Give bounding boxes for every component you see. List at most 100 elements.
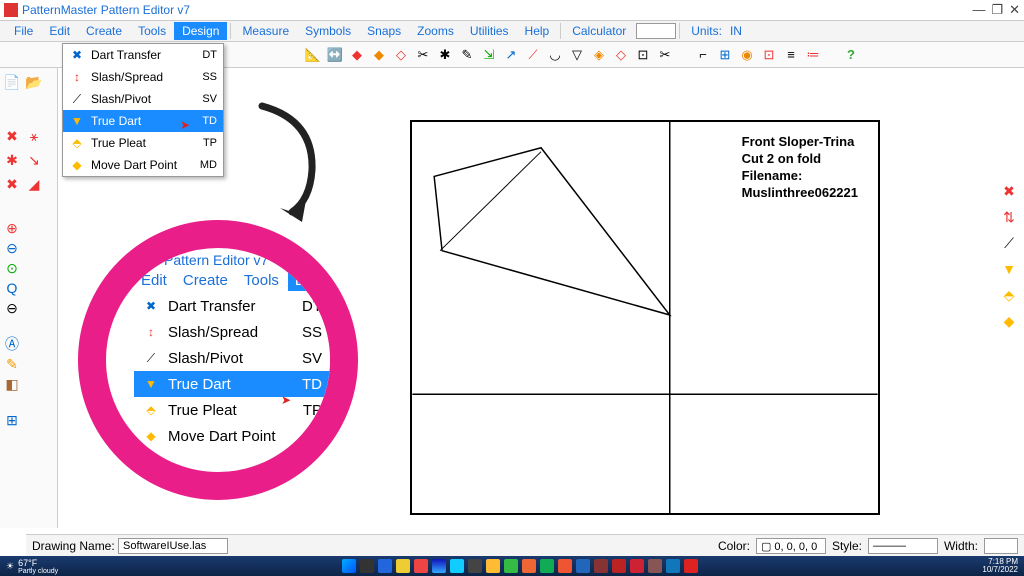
tool-icon[interactable]: ⟋: [998, 232, 1020, 254]
taskbar-app[interactable]: [360, 559, 374, 573]
menu-calculator[interactable]: Calculator: [564, 22, 634, 40]
menu-file[interactable]: File: [6, 22, 41, 40]
toolbar-icon[interactable]: ◉: [738, 46, 756, 64]
toolbar-icon[interactable]: ▽: [568, 46, 586, 64]
zoom-icon[interactable]: ⊖: [2, 298, 22, 318]
taskbar-app[interactable]: [630, 559, 644, 573]
eraser-icon[interactable]: ◧: [2, 374, 22, 394]
toolbar-icon[interactable]: ✎: [458, 46, 476, 64]
toolbar-icon[interactable]: ≡: [782, 46, 800, 64]
menu-tools[interactable]: Tools: [130, 22, 174, 40]
zoom-icon[interactable]: Q: [2, 278, 22, 298]
drawing-name-field[interactable]: SoftwareIUse.las: [118, 538, 228, 554]
menu-design[interactable]: Design: [174, 22, 227, 40]
taskbar-app[interactable]: [486, 559, 500, 573]
toolbar-icon[interactable]: ◆: [348, 46, 366, 64]
right-tool-palette: ✖ ⇅ ⟋ ▼ ⬘ ◆: [998, 180, 1024, 336]
tool-icon[interactable]: ✖: [998, 180, 1020, 202]
style-field[interactable]: ———: [868, 538, 938, 554]
taskbar-app[interactable]: [684, 559, 698, 573]
menu-utilities[interactable]: Utilities: [462, 22, 517, 40]
taskbar-app[interactable]: [522, 559, 536, 573]
toolbar-icon[interactable]: ✂: [414, 46, 432, 64]
zoom-fit-icon[interactable]: ⊙: [2, 258, 22, 278]
tool-icon[interactable]: ⚹: [24, 126, 44, 146]
toolbar-icon[interactable]: ⌐: [694, 46, 712, 64]
toolbar-icon[interactable]: ◇: [392, 46, 410, 64]
tool-icon[interactable]: ◢: [24, 174, 44, 194]
dropdown-item-true-pleat[interactable]: ⬘ True Pleat TP: [63, 132, 223, 154]
toolbar-icon[interactable]: ◇: [612, 46, 630, 64]
toolbar-icon[interactable]: ⊡: [634, 46, 652, 64]
menu-create[interactable]: Create: [78, 22, 130, 40]
start-button[interactable]: [342, 559, 356, 573]
color-field[interactable]: ▢ 0, 0, 0, 0: [756, 538, 826, 554]
move-dart-icon: ◆: [69, 157, 85, 173]
tool-icon[interactable]: ◆: [998, 310, 1020, 332]
menu-measure[interactable]: Measure: [234, 22, 297, 40]
zoom-in-icon[interactable]: ⊕: [2, 218, 22, 238]
menu-edit[interactable]: Edit: [41, 22, 78, 40]
taskbar-app[interactable]: [612, 559, 626, 573]
dropdown-item-dart-transfer[interactable]: ✖ Dart Transfer DT: [63, 44, 223, 66]
taskbar-app[interactable]: [504, 559, 518, 573]
toolbar-icon[interactable]: 📐: [304, 46, 322, 64]
taskbar-app[interactable]: [468, 559, 482, 573]
tool-icon[interactable]: ✖: [2, 126, 22, 146]
windows-taskbar[interactable]: ☀ 67°F Partly cloudy 7:18 PM 10/7/2022: [0, 556, 1024, 576]
toolbar-icon[interactable]: ✱: [436, 46, 454, 64]
taskbar-clock[interactable]: 7:18 PM 10/7/2022: [982, 558, 1018, 574]
tool-icon[interactable]: ✱: [2, 150, 22, 170]
dropdown-item-move-dart-point[interactable]: ◆ Move Dart Point MD: [63, 154, 223, 176]
new-icon[interactable]: 📄: [2, 72, 22, 92]
tool-icon[interactable]: ⇅: [998, 206, 1020, 228]
taskbar-app[interactable]: [414, 559, 428, 573]
dropdown-item-slash-spread[interactable]: ↕ Slash/Spread SS: [63, 66, 223, 88]
close-button[interactable]: ✕: [1009, 2, 1020, 18]
taskbar-weather[interactable]: ☀ 67°F Partly cloudy: [6, 558, 58, 575]
taskbar-app[interactable]: [378, 559, 392, 573]
taskbar-app[interactable]: [396, 559, 410, 573]
menu-zooms[interactable]: Zooms: [409, 22, 462, 40]
toolbar-icon[interactable]: ◆: [370, 46, 388, 64]
dropdown-item-slash-pivot[interactable]: ⟋ Slash/Pivot SV: [63, 88, 223, 110]
taskbar-app[interactable]: [594, 559, 608, 573]
true-pleat-icon: ⬘: [69, 135, 85, 151]
menu-symbols[interactable]: Symbols: [297, 22, 359, 40]
toolbar-icon[interactable]: ⇲: [480, 46, 498, 64]
menu-help[interactable]: Help: [517, 22, 558, 40]
tool-icon[interactable]: ✖: [2, 174, 22, 194]
tool-icon[interactable]: ⬘: [998, 284, 1020, 306]
calculator-input[interactable]: [636, 23, 676, 39]
toolbar-icon[interactable]: ⟋: [524, 46, 542, 64]
taskbar-app[interactable]: [666, 559, 680, 573]
taskbar-app[interactable]: [576, 559, 590, 573]
toolbar-icon[interactable]: ↔️: [326, 46, 344, 64]
toolbar-icon[interactable]: ≔: [804, 46, 822, 64]
toolbar-icon[interactable]: ⊡: [760, 46, 778, 64]
separator: [679, 23, 680, 39]
taskbar-app[interactable]: [648, 559, 662, 573]
dropdown-item-true-dart[interactable]: ▼ True Dart TD: [63, 110, 223, 132]
taskbar-app[interactable]: [558, 559, 572, 573]
compass-icon[interactable]: Ⓐ: [2, 334, 22, 354]
taskbar-app[interactable]: [450, 559, 464, 573]
toolbar-icon[interactable]: ✂: [656, 46, 674, 64]
menu-snaps[interactable]: Snaps: [359, 22, 409, 40]
open-icon[interactable]: 📂: [24, 72, 44, 92]
help-icon[interactable]: ?: [842, 46, 860, 64]
maximize-button[interactable]: ❐: [991, 2, 1003, 18]
minimize-button[interactable]: —: [972, 2, 985, 18]
taskbar-app[interactable]: [540, 559, 554, 573]
taskbar-app[interactable]: [432, 559, 446, 573]
toolbar-icon[interactable]: ⊞: [716, 46, 734, 64]
width-field[interactable]: [984, 538, 1018, 554]
tool-icon[interactable]: ▼: [998, 258, 1020, 280]
calculator-icon[interactable]: ⊞: [2, 410, 22, 430]
toolbar-icon[interactable]: ↗: [502, 46, 520, 64]
toolbar-icon[interactable]: ◡: [546, 46, 564, 64]
pencil-icon[interactable]: ✎: [2, 354, 22, 374]
toolbar-icon[interactable]: ◈: [590, 46, 608, 64]
zoom-out-icon[interactable]: ⊖: [2, 238, 22, 258]
tool-icon[interactable]: ↘: [24, 150, 44, 170]
